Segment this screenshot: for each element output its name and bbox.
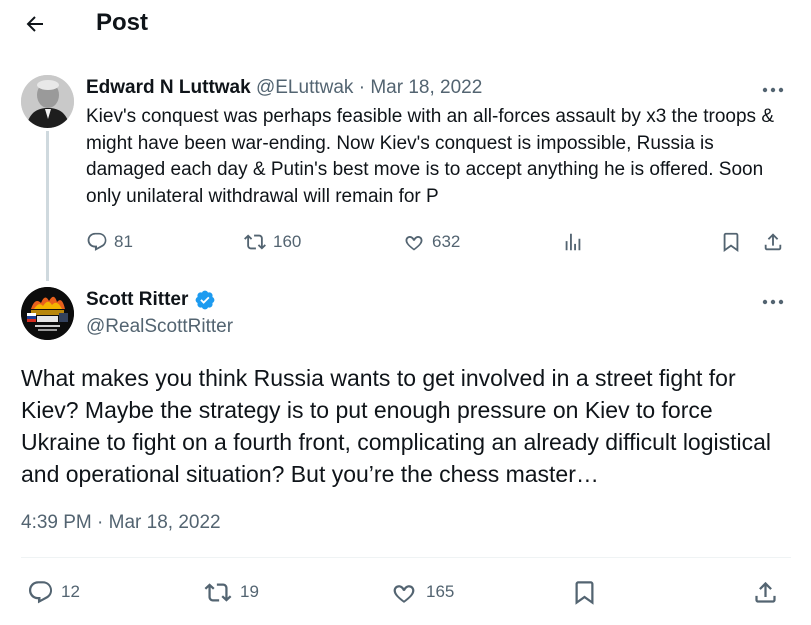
thread-line <box>46 131 49 281</box>
divider <box>21 557 791 558</box>
quoted-post-text: Kiev's conquest was perhaps feasible wit… <box>86 106 774 207</box>
author-name[interactable]: Edward N Luttwak <box>86 77 251 98</box>
share-button[interactable] <box>750 576 780 608</box>
reply-icon <box>87 232 107 251</box>
more-icon <box>762 87 784 93</box>
reply-count: 12 <box>61 582 80 601</box>
bookmark-icon <box>575 580 593 605</box>
share-icon <box>764 233 782 251</box>
like-count: 632 <box>432 232 461 251</box>
repost-icon <box>244 234 266 250</box>
bookmark-button[interactable] <box>718 228 744 256</box>
post-date[interactable]: Mar 18, 2022 <box>370 77 482 98</box>
main-author-name-row: Scott Ritter <box>86 288 216 312</box>
avatar[interactable] <box>21 287 74 340</box>
verified-badge-icon[interactable] <box>194 289 216 311</box>
avatar[interactable] <box>21 75 74 128</box>
more-icon <box>762 299 784 305</box>
more-options-button[interactable] <box>758 78 788 102</box>
reply-count: 81 <box>114 232 133 251</box>
bookmark-icon <box>723 232 739 253</box>
views-button[interactable] <box>560 228 586 256</box>
separator: · <box>358 77 366 98</box>
author-handle[interactable]: @ELuttwak <box>256 77 353 98</box>
reply-button[interactable]: 81 <box>86 228 133 256</box>
header-bar: Post <box>0 0 811 50</box>
reply-icon <box>28 580 53 603</box>
quoted-post-header: Edward N Luttwak @ELuttwak · Mar 18, 202… <box>86 76 482 100</box>
like-count: 165 <box>426 582 455 601</box>
more-options-button[interactable] <box>758 290 788 314</box>
repost-icon <box>204 582 232 602</box>
arrow-left-icon <box>26 16 43 32</box>
heart-icon <box>405 236 423 251</box>
author-handle[interactable]: @RealScottRitter <box>86 315 233 339</box>
reply-button[interactable]: 12 <box>27 576 80 608</box>
page-title: Post <box>96 9 149 36</box>
author-name[interactable]: Scott Ritter <box>86 288 188 312</box>
repost-button[interactable]: 160 <box>243 228 301 256</box>
like-button[interactable]: 165 <box>389 576 454 608</box>
share-icon <box>754 581 776 603</box>
repost-count: 160 <box>273 232 302 251</box>
like-button[interactable]: 632 <box>402 228 460 256</box>
share-button[interactable] <box>760 228 786 256</box>
back-button[interactable] <box>20 9 50 39</box>
repost-button[interactable]: 19 <box>203 576 259 608</box>
repost-count: 19 <box>240 582 259 601</box>
views-chart-icon <box>565 233 581 251</box>
heart-icon <box>393 584 415 603</box>
bookmark-button[interactable] <box>569 576 599 608</box>
post-timestamp[interactable]: 4:39 PM · Mar 18, 2022 <box>21 511 221 535</box>
main-post-text: What makes you think Russia wants to get… <box>21 365 772 487</box>
